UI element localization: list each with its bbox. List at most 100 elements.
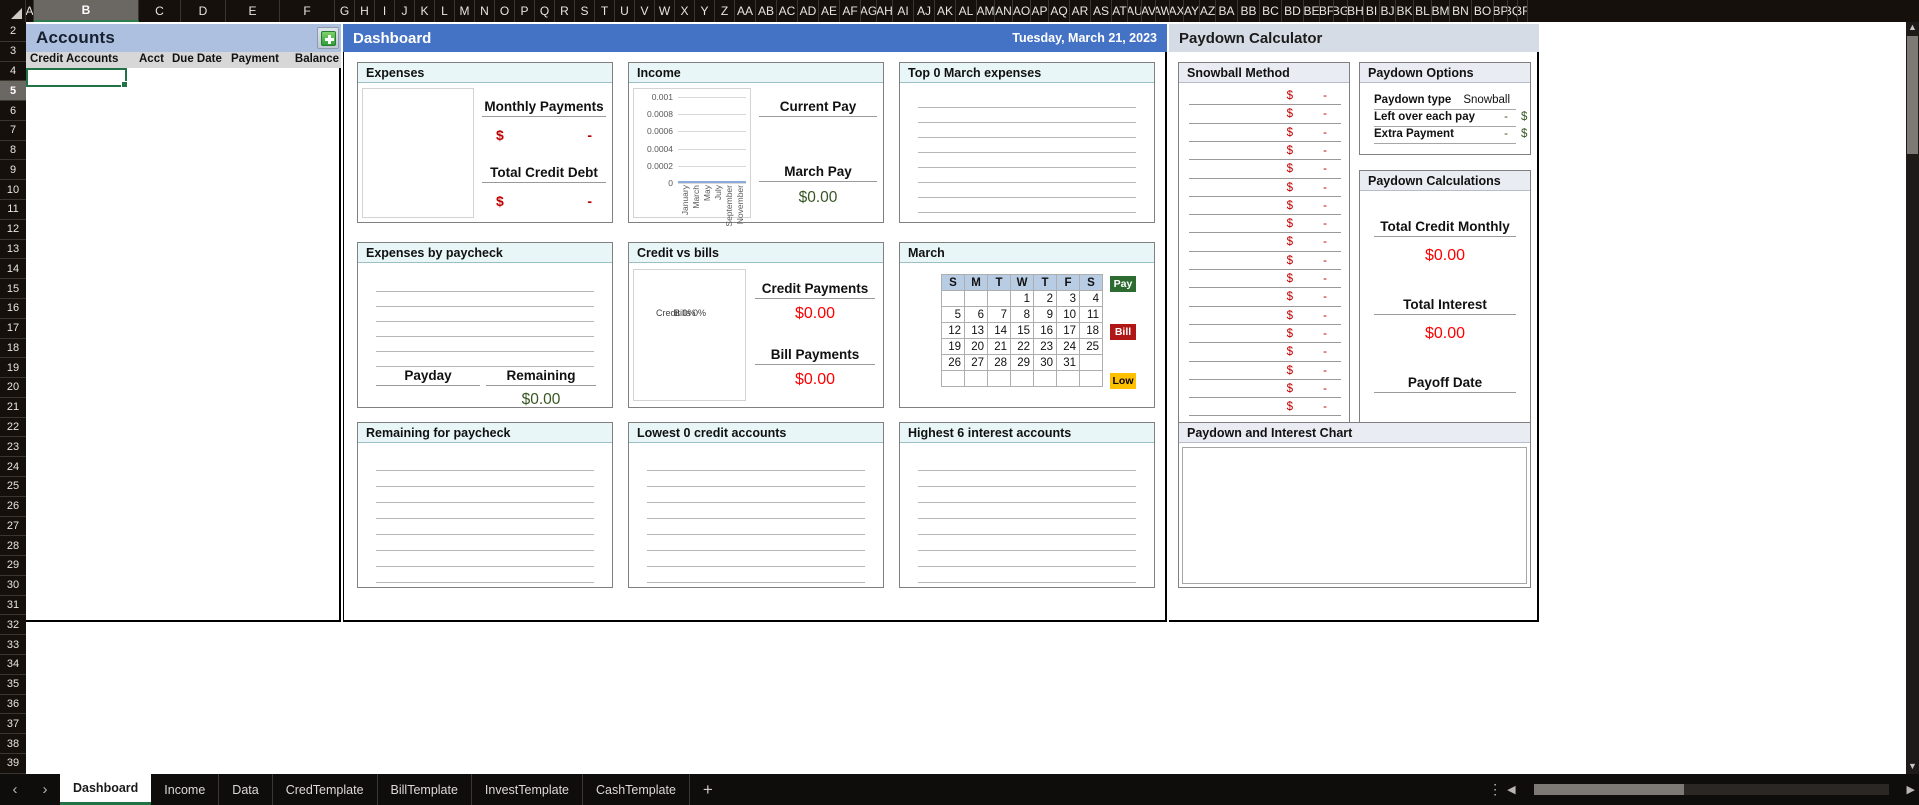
row-header-15[interactable]: 15 bbox=[0, 279, 26, 299]
column-header-R[interactable]: R bbox=[555, 0, 575, 22]
row-header-36[interactable]: 36 bbox=[0, 695, 26, 715]
column-header-P[interactable]: P bbox=[515, 0, 535, 22]
income-chart-plot[interactable]: 0.001 0.0008 0.0006 0.0004 0.0002 0 January Ma… bbox=[633, 88, 751, 227]
row-header-30[interactable]: 30 bbox=[0, 576, 26, 596]
column-header-BA[interactable]: BA bbox=[1216, 0, 1238, 22]
paydown-option-row[interactable]: Extra Payment $ - bbox=[1374, 127, 1527, 144]
column-header-AN[interactable]: AN bbox=[995, 0, 1013, 22]
column-header-M[interactable]: M bbox=[455, 0, 475, 22]
calendar-day-cell[interactable]: 10 bbox=[1056, 306, 1080, 323]
calendar-day-cell[interactable] bbox=[1079, 354, 1103, 371]
row-header-11[interactable]: 11 bbox=[0, 200, 26, 220]
column-header-AP[interactable]: AP bbox=[1031, 0, 1049, 22]
row-header-3[interactable]: 3 bbox=[0, 42, 26, 62]
sheet-tab-billtemplate[interactable]: BillTemplate bbox=[378, 774, 472, 805]
column-header-U[interactable]: U bbox=[615, 0, 635, 22]
column-header-AT[interactable]: AT bbox=[1112, 0, 1128, 22]
column-header-BQ[interactable]: BQ bbox=[1508, 0, 1518, 22]
column-header-E[interactable]: E bbox=[226, 0, 280, 22]
calendar-day-cell[interactable]: 27 bbox=[964, 354, 988, 371]
column-header-AK[interactable]: AK bbox=[935, 0, 956, 22]
column-header-S[interactable]: S bbox=[575, 0, 595, 22]
column-header-AL[interactable]: AL bbox=[956, 0, 977, 22]
row-header-20[interactable]: 20 bbox=[0, 378, 26, 398]
paydown-option-row[interactable]: Paydown type Snowball bbox=[1374, 93, 1516, 110]
row-header-16[interactable]: 16 bbox=[0, 299, 26, 319]
column-header-AX[interactable]: AX bbox=[1170, 0, 1184, 22]
column-header-BJ[interactable]: BJ bbox=[1380, 0, 1396, 22]
calendar-day-cell[interactable]: 1 bbox=[1010, 290, 1034, 307]
row-header-12[interactable]: 12 bbox=[0, 220, 26, 240]
row-header-35[interactable]: 35 bbox=[0, 675, 26, 695]
row-header-32[interactable]: 32 bbox=[0, 615, 26, 636]
calendar-day-cell[interactable] bbox=[964, 370, 988, 387]
row-header-26[interactable]: 26 bbox=[0, 497, 26, 517]
sheet-tab-data[interactable]: Data bbox=[219, 774, 273, 805]
row-header-10[interactable]: 10 bbox=[0, 180, 26, 201]
row-header-19[interactable]: 19 bbox=[0, 358, 26, 379]
calendar-day-cell[interactable] bbox=[1056, 370, 1080, 387]
calendar-day-cell[interactable]: 3 bbox=[1056, 290, 1080, 307]
column-header-BC[interactable]: BC bbox=[1260, 0, 1282, 22]
column-header-BR[interactable]: BR bbox=[1518, 0, 1528, 22]
row-header-27[interactable]: 27 bbox=[0, 517, 26, 537]
calendar-day-cell[interactable] bbox=[1010, 370, 1034, 387]
column-header-X[interactable]: X bbox=[675, 0, 695, 22]
column-header-A[interactable]: A bbox=[26, 0, 34, 22]
column-header-BB[interactable]: BB bbox=[1238, 0, 1260, 22]
column-header-Y[interactable]: Y bbox=[695, 0, 715, 22]
row-header-38[interactable]: 38 bbox=[0, 734, 26, 754]
calendar-day-cell[interactable]: 8 bbox=[1010, 306, 1034, 323]
calendar-day-cell[interactable]: 22 bbox=[1010, 338, 1034, 355]
column-header-T[interactable]: T bbox=[595, 0, 615, 22]
row-header-31[interactable]: 31 bbox=[0, 596, 26, 616]
column-header-BO[interactable]: BO bbox=[1472, 0, 1494, 22]
column-header-bar[interactable]: A B C D E F G H I J K L M N O P Q R S T U V W X Y Z AA AB AC AD AE AF AG… bbox=[0, 0, 1919, 22]
column-header-I[interactable]: I bbox=[375, 0, 395, 22]
row-header-13[interactable]: 13 bbox=[0, 240, 26, 260]
row-header-18[interactable]: 18 bbox=[0, 339, 26, 359]
march-calendar-table[interactable]: S M T W T F S 1 2 3 4 5 6 7 8 9 10 11 12 13 14 15 16 17 18 19 20 21… bbox=[941, 274, 1103, 387]
column-header-AI[interactable]: AI bbox=[893, 0, 914, 22]
column-header-AR[interactable]: AR bbox=[1070, 0, 1091, 22]
accounts-active-cell[interactable] bbox=[26, 68, 128, 88]
column-header-BG[interactable]: BG bbox=[1334, 0, 1348, 22]
calendar-day-cell[interactable]: 11 bbox=[1079, 306, 1103, 323]
row-header-bar[interactable]: 2 3 4 5 6 7 8 9 10 11 12 13 14 15 16 17 18 19 20 21 22 23 24 25… bbox=[0, 22, 26, 774]
column-header-AD[interactable]: AD bbox=[798, 0, 819, 22]
chevron-right-icon[interactable]: › bbox=[30, 774, 60, 805]
worksheet-grid[interactable]: Accounts Credit Accounts Acct Due Date P… bbox=[26, 22, 1919, 774]
sheet-tab-dashboard[interactable]: Dashboard bbox=[60, 774, 152, 805]
row-header-37[interactable]: 37 bbox=[0, 714, 26, 735]
column-header-AW[interactable]: AW bbox=[1156, 0, 1170, 22]
calendar-day-cell[interactable]: 31 bbox=[1056, 354, 1080, 371]
column-header-BI[interactable]: BI bbox=[1364, 0, 1380, 22]
row-header-39[interactable]: 39 bbox=[0, 754, 26, 774]
column-header-BP[interactable]: BP bbox=[1494, 0, 1508, 22]
column-header-BM[interactable]: BM bbox=[1432, 0, 1450, 22]
column-header-AE[interactable]: AE bbox=[819, 0, 840, 22]
column-header-BE[interactable]: BE bbox=[1304, 0, 1320, 22]
row-header-6[interactable]: 6 bbox=[0, 101, 26, 121]
row-header-21[interactable]: 21 bbox=[0, 398, 26, 418]
row-header-14[interactable]: 14 bbox=[0, 259, 26, 280]
horizontal-scrollbar-thumb[interactable] bbox=[1533, 784, 1684, 795]
sheet-tabs[interactable]: Dashboard Income Data CredTemplate BillTempl… bbox=[60, 774, 690, 805]
column-header-AA[interactable]: AA bbox=[735, 0, 756, 22]
row-header-25[interactable]: 25 bbox=[0, 477, 26, 497]
column-header-AQ[interactable]: AQ bbox=[1049, 0, 1070, 22]
calendar-day-cell[interactable]: 14 bbox=[987, 322, 1011, 339]
row-header-34[interactable]: 34 bbox=[0, 655, 26, 675]
horizontal-scrollbar[interactable] bbox=[1533, 784, 1889, 795]
column-header-Z[interactable]: Z bbox=[715, 0, 735, 22]
column-header-H[interactable]: H bbox=[355, 0, 375, 22]
column-header-BL[interactable]: BL bbox=[1414, 0, 1432, 22]
column-header-AV[interactable]: AV bbox=[1142, 0, 1156, 22]
row-header-17[interactable]: 17 bbox=[0, 319, 26, 339]
calendar-day-cell[interactable]: 21 bbox=[987, 338, 1011, 355]
add-account-button[interactable] bbox=[317, 27, 339, 49]
row-header-4[interactable]: 4 bbox=[0, 62, 26, 82]
column-header-O[interactable]: O bbox=[495, 0, 515, 22]
calendar-day-cell[interactable]: 15 bbox=[1010, 322, 1034, 339]
vertical-scrollbar-thumb[interactable] bbox=[1907, 36, 1918, 154]
